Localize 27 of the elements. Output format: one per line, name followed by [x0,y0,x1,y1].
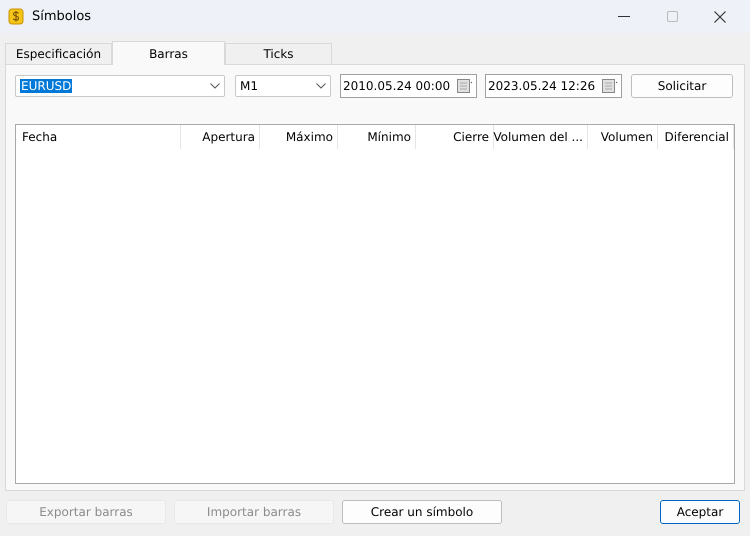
tab[interactable]: Especificación [5,43,112,64]
symbol-dropdown[interactable]: EURUSD [15,75,225,97]
minimize-icon [618,16,630,18]
chevron-down-icon [316,83,326,89]
maximize-icon [666,11,678,22]
calendar-icon [602,79,618,93]
column-header[interactable]: Volumen del ... [494,125,588,149]
column-header[interactable]: Apertura [181,125,260,149]
column-header[interactable]: Mínimo [338,125,416,149]
calendar-icon [457,79,473,93]
tab[interactable]: Barras [112,41,225,65]
column-header[interactable]: Diferencial [658,125,734,149]
date-field[interactable]: 2023.05.24 12:26 [485,74,622,98]
action-button[interactable]: Crear un símbolo [342,500,502,524]
timeframe-dropdown[interactable]: M1 [235,75,331,97]
column-header[interactable]: Máximo [260,125,338,149]
column-header[interactable]: Fecha [16,125,181,149]
chevron-down-icon [210,83,220,89]
action-button[interactable]: Aceptar [660,500,740,524]
date-field[interactable]: 2010.05.24 00:00 [340,74,477,98]
column-header[interactable]: Volumen [588,125,658,149]
column-header[interactable]: Cierre [416,125,494,149]
request-button[interactable]: Solicitar [631,74,733,98]
close-icon [714,10,726,22]
tab[interactable]: Ticks [225,43,332,64]
window-title: Símbolos [32,9,92,24]
dollar-icon [8,8,24,25]
